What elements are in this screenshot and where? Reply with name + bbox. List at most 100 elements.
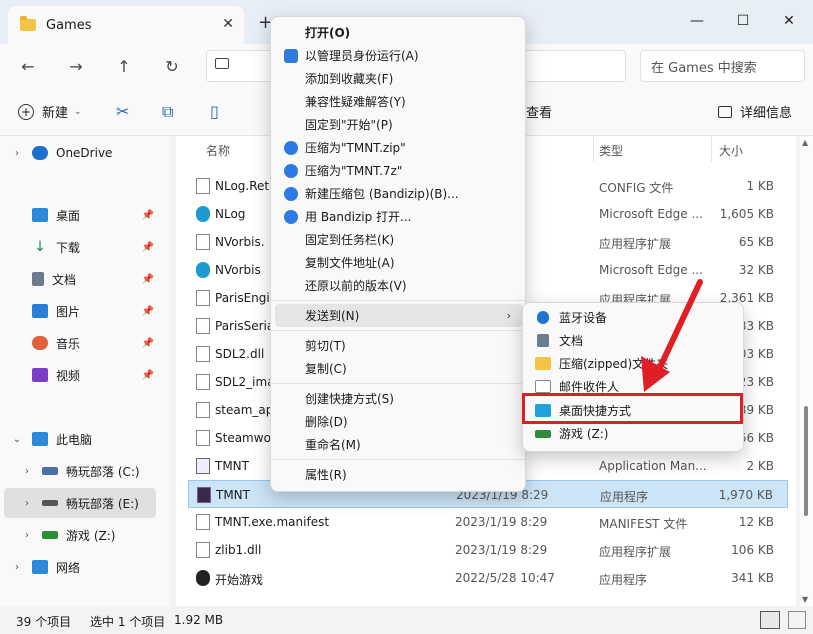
scroll-down-icon[interactable]: ▼ xyxy=(802,595,808,604)
menu-item-add-favorites[interactable]: 添加到收藏夹(F) xyxy=(275,67,523,90)
menu-item-delete[interactable]: 删除(D) xyxy=(275,410,523,433)
menu-item-pin-taskbar[interactable]: 固定到任务栏(K) xyxy=(275,228,523,251)
sidebar-item-label: 音乐 xyxy=(56,336,81,351)
column-header-type[interactable]: 类型 xyxy=(599,142,623,159)
details-pane-button[interactable]: 详细信息 xyxy=(718,102,792,121)
maximize-button[interactable]: ☐ xyxy=(720,6,766,36)
file-icon xyxy=(196,178,210,194)
submenu-item-bluetooth[interactable]: 蓝牙设备 xyxy=(529,306,739,329)
submenu-item-zip-folder[interactable]: 压缩(zipped)文件夹 xyxy=(529,352,739,375)
search-placeholder: 在 Games 中搜索 xyxy=(651,60,757,76)
sidebar-item-drive-e[interactable]: › 畅玩部落 (E:) xyxy=(4,488,156,518)
sidebar-item-videos[interactable]: 视频 📌 xyxy=(0,360,160,390)
sidebar-item-network[interactable]: › 网络 xyxy=(0,552,160,582)
pin-icon: 📌 xyxy=(141,337,154,349)
menu-item-compress-7z[interactable]: 压缩为"TMNT.7z" xyxy=(275,159,523,182)
pin-icon: 📌 xyxy=(141,209,154,221)
chevron-right-icon: › xyxy=(25,497,29,509)
bandizip-icon xyxy=(284,209,298,224)
paste-icon[interactable]: ▯ xyxy=(210,102,219,121)
cloud-icon xyxy=(32,146,48,160)
close-button[interactable]: ✕ xyxy=(766,6,812,36)
chevron-right-icon: › xyxy=(25,529,29,541)
file-icon xyxy=(196,318,210,334)
pin-icon: 📌 xyxy=(141,305,154,317)
file-icon xyxy=(196,346,210,362)
pin-icon: 📌 xyxy=(141,241,154,253)
tmnt-app-icon xyxy=(197,487,211,503)
sidebar-item-label: 桌面 xyxy=(56,208,81,223)
view-button[interactable]: 查看 xyxy=(526,102,552,121)
sidebar-item-this-pc[interactable]: ⌄ 此电脑 xyxy=(0,424,160,454)
pin-icon: 📌 xyxy=(141,369,154,381)
file-icon xyxy=(196,542,210,558)
forward-icon[interactable]: → xyxy=(62,54,90,78)
minimize-button[interactable]: — xyxy=(674,6,720,36)
sidebar-item-label: 下载 xyxy=(56,240,81,255)
sidebar-item-documents[interactable]: 文档 📌 xyxy=(0,264,160,294)
tab-games[interactable]: Games ✕ xyxy=(8,6,244,44)
chevron-right-icon: › xyxy=(15,147,19,159)
refresh-icon[interactable]: ↻ xyxy=(158,54,186,78)
submenu-item-documents[interactable]: 文档 xyxy=(529,329,739,352)
menu-item-compress-zip[interactable]: 压缩为"TMNT.zip" xyxy=(275,136,523,159)
bandizip-icon xyxy=(284,140,298,155)
table-row[interactable]: 开始游戏 2022/5/28 10:47 应用程序 341 KB xyxy=(188,564,788,592)
pictures-icon xyxy=(32,304,48,318)
cut-icon[interactable]: ✂ xyxy=(116,102,129,121)
search-input[interactable]: 在 Games 中搜索 xyxy=(640,50,805,82)
sidebar-item-downloads[interactable]: ↓ 下载 📌 xyxy=(0,232,160,262)
menu-item-open-bandizip[interactable]: 用 Bandizip 打开... xyxy=(275,205,523,228)
navigation-pane: › OneDrive 桌面 📌 ↓ 下载 📌 文档 📌 图片 📌 音乐 📌 视频… xyxy=(0,136,170,606)
vertical-scrollbar[interactable]: ▲ ▼ xyxy=(800,136,813,606)
sidebar-item-drive-z[interactable]: › 游戏 (Z:) xyxy=(0,520,160,550)
pin-icon: 📌 xyxy=(141,273,154,285)
menu-item-send-to[interactable]: 发送到(N) › xyxy=(275,304,523,327)
chevron-right-icon: › xyxy=(506,309,511,322)
music-icon xyxy=(32,336,48,350)
bluetooth-icon xyxy=(537,311,549,324)
download-icon: ↓ xyxy=(34,239,46,255)
menu-item-properties[interactable]: 属性(R) xyxy=(275,463,523,486)
menu-item-restore-versions[interactable]: 还原以前的版本(V) xyxy=(275,274,523,297)
tiles-view-icon[interactable] xyxy=(788,611,806,629)
sidebar-item-label: 此电脑 xyxy=(56,432,93,447)
menu-item-new-archive[interactable]: 新建压缩包 (Bandizip)(B)... xyxy=(275,182,523,205)
item-count: 39 个项目 xyxy=(16,615,72,629)
new-button[interactable]: + 新建 ⌄ xyxy=(18,102,82,121)
sidebar-item-drive-c[interactable]: › 畅玩部落 (C:) xyxy=(0,456,160,486)
column-header-size[interactable]: 大小 xyxy=(719,142,743,159)
new-label: 新建 xyxy=(42,106,69,121)
computer-icon xyxy=(215,58,229,69)
column-header-name[interactable]: 名称 xyxy=(206,142,230,159)
menu-item-rename[interactable]: 重命名(M) xyxy=(275,433,523,456)
network-icon xyxy=(32,560,48,574)
sidebar-item-label: 图片 xyxy=(56,304,81,319)
manifest-icon xyxy=(196,458,210,474)
table-row[interactable]: TMNT.exe.manifest 2023/1/19 8:29 MANIFEST … xyxy=(188,508,788,536)
table-row[interactable]: zlib1.dll 2023/1/19 8:29 应用程序扩展 106 KB xyxy=(188,536,788,564)
menu-item-open[interactable]: 打开(O) xyxy=(275,21,523,44)
copy-icon[interactable]: ⧉ xyxy=(162,102,173,122)
menu-item-compat-troubleshoot[interactable]: 兼容性疑难解答(Y) xyxy=(275,90,523,113)
menu-item-copy[interactable]: 复制(C) xyxy=(275,357,523,380)
close-tab-icon[interactable]: ✕ xyxy=(222,16,234,32)
menu-item-cut[interactable]: 剪切(T) xyxy=(275,334,523,357)
sidebar-item-label: 文档 xyxy=(52,272,77,287)
up-icon[interactable]: ↑ xyxy=(110,54,138,78)
sidebar-item-music[interactable]: 音乐 📌 xyxy=(0,328,160,358)
menu-item-copy-path[interactable]: 复制文件地址(A) xyxy=(275,251,523,274)
file-icon xyxy=(196,374,210,390)
menu-item-create-shortcut[interactable]: 创建快捷方式(S) xyxy=(275,387,523,410)
back-icon[interactable]: ← xyxy=(14,54,42,78)
sidebar-item-label: 游戏 (Z:) xyxy=(66,528,116,543)
menu-item-run-as-admin[interactable]: 以管理员身份运行(A) xyxy=(275,44,523,67)
scroll-up-icon[interactable]: ▲ xyxy=(802,138,808,147)
sidebar-item-onedrive[interactable]: › OneDrive xyxy=(0,138,160,168)
sidebar-item-pictures[interactable]: 图片 📌 xyxy=(0,296,160,326)
details-view-icon[interactable] xyxy=(760,611,780,629)
submenu-item-drive-z[interactable]: 游戏 (Z:) xyxy=(529,422,739,445)
sidebar-item-desktop[interactable]: 桌面 📌 xyxy=(0,200,160,230)
menu-item-pin-start[interactable]: 固定到"开始"(P) xyxy=(275,113,523,136)
scroll-thumb[interactable] xyxy=(804,406,808,516)
